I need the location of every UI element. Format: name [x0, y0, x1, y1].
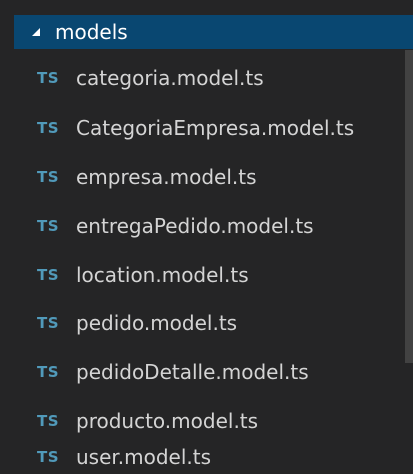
- file-name: entregaPedido.model.ts: [76, 214, 314, 238]
- typescript-file-icon: TS: [37, 119, 60, 137]
- file-name: categoria.model.ts: [76, 66, 264, 90]
- file-item[interactable]: TS entregaPedido.model.ts: [14, 210, 413, 243]
- typescript-file-icon: TS: [37, 217, 60, 235]
- typescript-file-icon: TS: [37, 168, 60, 186]
- typescript-file-icon: TS: [37, 363, 60, 381]
- file-item[interactable]: TS empresa.model.ts: [14, 161, 413, 194]
- file-name: user.model.ts: [76, 445, 212, 469]
- file-item[interactable]: TS location.model.ts: [14, 259, 413, 292]
- file-name: pedido.model.ts: [76, 311, 238, 335]
- file-item[interactable]: TS pedido.model.ts: [14, 307, 413, 340]
- file-name: producto.model.ts: [76, 409, 259, 433]
- file-explorer: models TS categoria.model.ts TS Categori…: [0, 0, 417, 474]
- file-item[interactable]: TS producto.model.ts: [14, 405, 413, 438]
- file-item[interactable]: TS pedidoDetalle.model.ts: [14, 356, 413, 389]
- window-edge: [413, 0, 417, 474]
- file-name: CategoriaEmpresa.model.ts: [76, 116, 355, 140]
- vertical-scrollbar[interactable]: [405, 50, 413, 363]
- folder-name: models: [55, 20, 128, 44]
- explorer-panel: models TS categoria.model.ts TS Categori…: [0, 0, 413, 474]
- file-name: empresa.model.ts: [76, 165, 257, 189]
- file-item[interactable]: TS user.model.ts: [14, 441, 413, 474]
- typescript-file-icon: TS: [37, 314, 60, 332]
- typescript-file-icon: TS: [37, 69, 60, 87]
- file-name: location.model.ts: [76, 263, 249, 287]
- typescript-file-icon: TS: [37, 448, 60, 466]
- folder-models[interactable]: models: [14, 15, 413, 49]
- file-name: pedidoDetalle.model.ts: [76, 360, 309, 384]
- chevron-down-icon[interactable]: [31, 27, 41, 37]
- typescript-file-icon: TS: [37, 266, 60, 284]
- file-item[interactable]: TS categoria.model.ts: [14, 62, 413, 95]
- typescript-file-icon: TS: [37, 412, 60, 430]
- file-item[interactable]: TS CategoriaEmpresa.model.ts: [14, 112, 413, 145]
